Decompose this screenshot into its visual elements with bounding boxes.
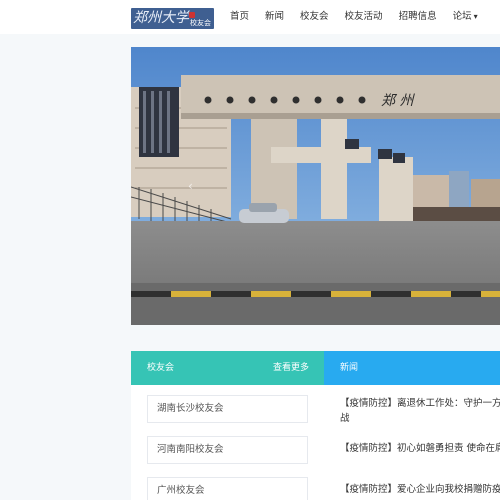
news-item[interactable]: 【疫情防控】初心如磐勇担责 使命在肩 bbox=[340, 442, 500, 456]
carousel-prev-icon[interactable]: ‹ bbox=[188, 179, 193, 193]
logo-title: 郑州大学 bbox=[133, 10, 189, 26]
alumni-item-nanyang[interactable]: 河南南阳校友会 bbox=[147, 436, 308, 464]
news-panel-header: 新闻 bbox=[324, 351, 500, 385]
news-item[interactable]: 【疫情防控】离退休工作处：守护一方， bbox=[340, 397, 500, 411]
nav-item-alumni[interactable]: 校友会 bbox=[292, 0, 337, 34]
alumni-item-changsha[interactable]: 湖南长沙校友会 bbox=[147, 395, 308, 423]
news-item[interactable]: 【疫情防控】爱心企业向我校捐赠防疫物 bbox=[340, 483, 500, 497]
logo-subtitle: 校友会 bbox=[190, 19, 211, 27]
alumni-list: 湖南长沙校友会 河南南阳校友会 广州校友会 bbox=[131, 385, 324, 500]
nav-item-forum-label: 论坛 bbox=[452, 11, 472, 22]
logo[interactable]: 郑州大学 校友会 bbox=[131, 8, 214, 29]
nav-item-jobs[interactable]: 招聘信息 bbox=[391, 0, 445, 34]
view-more-link[interactable]: 查看更多 bbox=[273, 351, 309, 385]
chevron-down-icon: ▾ bbox=[473, 12, 478, 21]
nav-item-activities[interactable]: 校友活动 bbox=[337, 0, 391, 34]
nav-item-forum[interactable]: 论坛 ▾ bbox=[445, 0, 486, 34]
campus-gate-photo: 郑 州 bbox=[131, 47, 500, 325]
alumni-panel-header: 校友会 查看更多 bbox=[131, 351, 324, 385]
nav-item-news[interactable]: 新闻 bbox=[257, 0, 292, 34]
site-header: 郑州大学 校友会 首页 新闻 校友会 校友活动 招聘信息 论坛 ▾ bbox=[0, 0, 500, 34]
nav-item-home[interactable]: 首页 bbox=[222, 0, 257, 34]
main-nav: 首页 新闻 校友会 校友活动 招聘信息 论坛 ▾ bbox=[222, 0, 486, 34]
news-list: 【疫情防控】离退休工作处：守护一方， 战 【疫情防控】初心如磐勇担责 使命在肩 … bbox=[324, 385, 500, 500]
gate-sign-text: 郑 州 bbox=[381, 93, 415, 109]
alumni-item-guangzhou[interactable]: 广州校友会 bbox=[147, 477, 308, 500]
news-panel-title: 新闻 bbox=[340, 363, 359, 373]
banner-carousel[interactable]: 郑 州 ‹ bbox=[131, 47, 500, 325]
alumni-panel-title: 校友会 bbox=[147, 363, 175, 373]
news-item-continued[interactable]: 战 bbox=[340, 412, 500, 426]
logo-seal-icon bbox=[189, 12, 195, 18]
